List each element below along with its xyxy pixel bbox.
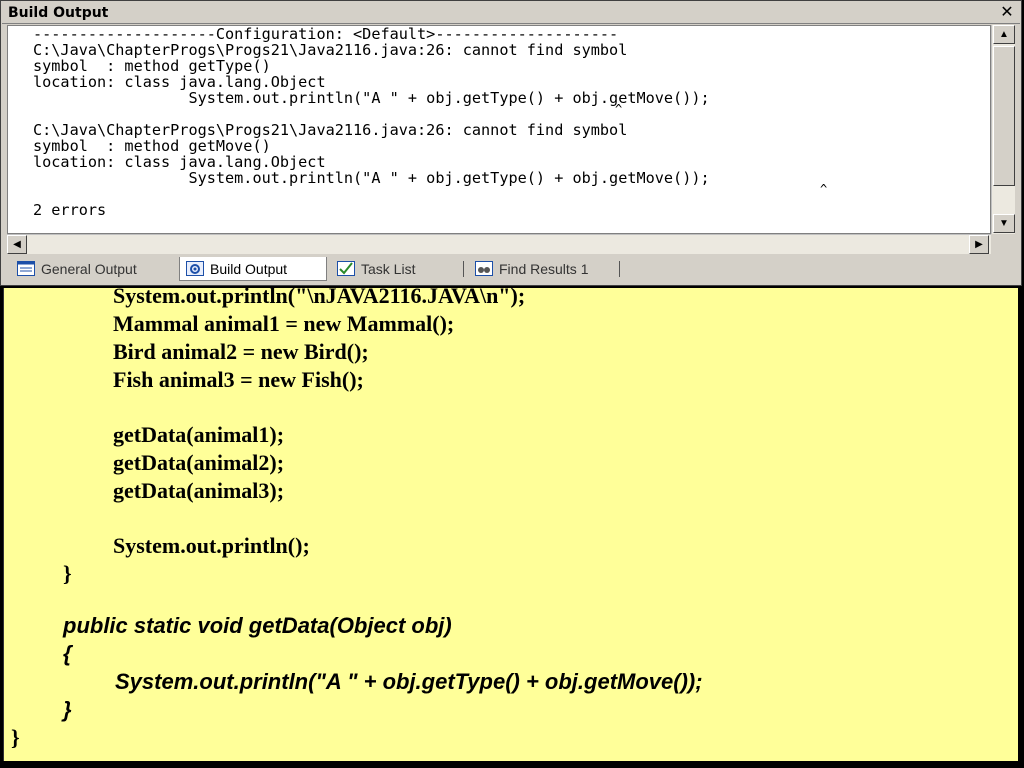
output-line: --------------------Configuration: <Defa… [33,25,619,43]
output-tabs: General Output Build Output Task List Fi… [7,257,1017,283]
code-line-highlighted: public static void getData(Object obj) [63,613,452,638]
output-line: C:\Java\ChapterProgs\Progs21\Java2116.ja… [33,121,628,139]
scroll-down-button[interactable]: ▼ [993,214,1015,233]
output-line: System.out.println("A " + obj.getType() … [33,169,710,187]
general-output-icon [17,261,35,276]
output-line: 2 errors [33,201,107,219]
task-list-icon [337,261,355,276]
code-line: System.out.println("\nJAVA2116.JAVA\n"); [113,283,526,308]
output-line: System.out.println("A " + obj.getType() … [33,89,710,107]
tab-build-output[interactable]: Build Output [179,257,327,281]
code-line-highlighted: { [63,641,72,666]
code-line-highlighted: } [63,697,72,722]
scroll-left-button[interactable]: ◀ [7,235,27,254]
tab-task-list[interactable]: Task List [331,257,461,281]
vertical-scroll-thumb[interactable] [993,46,1015,186]
output-line: location: class java.lang.Object [33,153,326,171]
tab-general-output[interactable]: General Output [11,257,177,281]
window-title: Build Output [8,5,109,21]
build-output-text[interactable]: --------------------Configuration: <Defa… [7,25,991,234]
tab-label: Find Results 1 [499,261,589,277]
output-line: location: class java.lang.Object [33,73,326,91]
output-line: C:\Java\ChapterProgs\Progs21\Java2116.ja… [33,41,628,59]
tab-label: Task List [361,261,416,277]
code-line: Fish animal3 = new Fish(); [113,367,364,392]
tab-find-results-1[interactable]: Find Results 1 [469,257,619,281]
horizontal-scrollbar[interactable]: ◀ ▶ [7,234,991,254]
tab-separator [619,261,620,277]
title-bar[interactable]: Build Output ✕ [2,2,1020,24]
scroll-up-button[interactable]: ▲ [993,25,1015,44]
code-line: Bird animal2 = new Bird(); [113,339,369,364]
code-line: } [11,725,20,750]
close-button[interactable]: ✕ [998,4,1016,21]
build-output-window: Build Output ✕ --------------------Confi… [0,0,1022,286]
vertical-scrollbar[interactable]: ▲ ▼ [991,25,1015,234]
scroll-right-button[interactable]: ▶ [969,235,989,254]
code-line: getData(animal2); [113,450,285,475]
code-line-highlighted: System.out.println("A " + obj.getType() … [115,669,703,694]
code-line: getData(animal1); [113,422,285,447]
error-caret: ^ [615,102,623,116]
output-line: symbol : method getMove() [33,137,271,155]
tab-separator [463,261,464,277]
build-output-icon [186,261,204,276]
find-results-icon [475,261,493,276]
code-slide: System.out.println("\nJAVA2116.JAVA\n");… [3,283,1018,761]
code-line: Mammal animal1 = new Mammal(); [113,311,455,336]
output-line: symbol : method getType() [33,57,271,75]
code-line: System.out.println(); [113,533,310,558]
tab-label: Build Output [210,261,288,277]
code-line: getData(animal3); [113,478,285,503]
code-line: } [63,561,72,586]
tab-label: General Output [41,261,137,277]
error-caret: ^ [820,182,828,196]
